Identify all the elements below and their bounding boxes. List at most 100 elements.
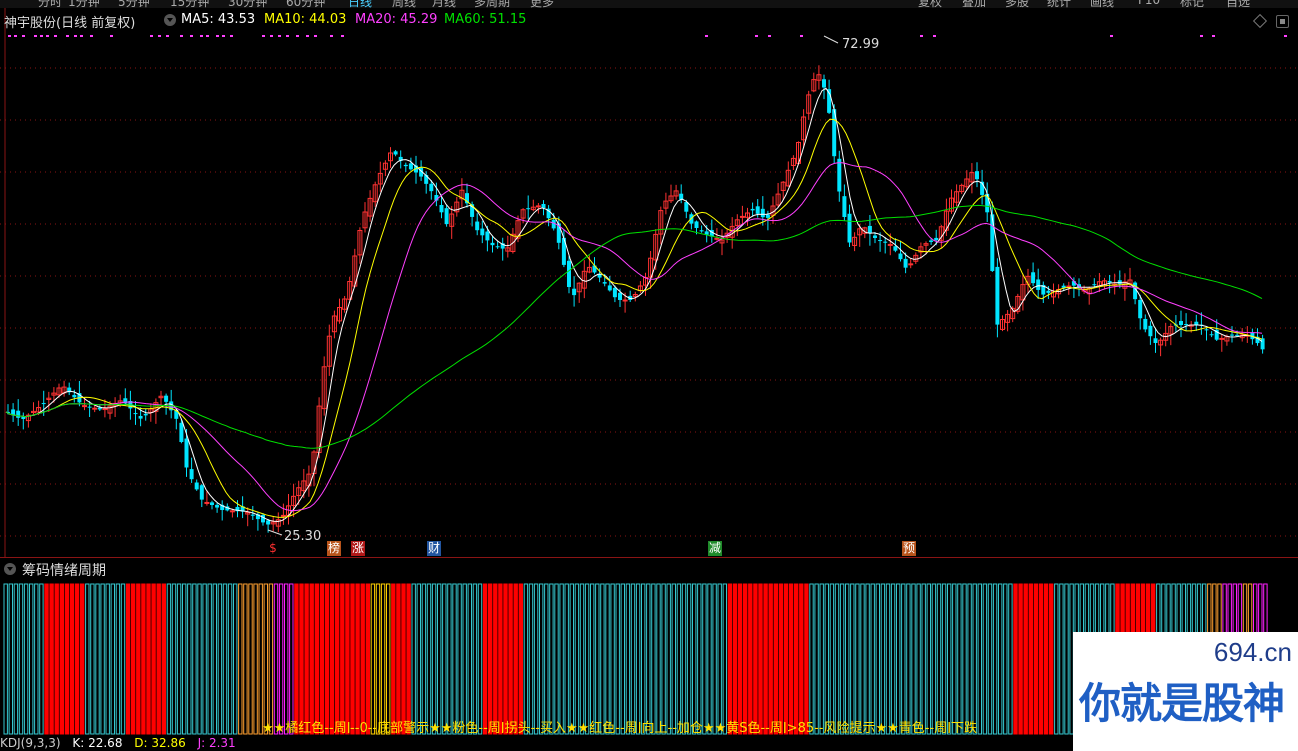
indicator-bar (248, 583, 253, 735)
indicator-bar (605, 583, 610, 735)
candle-body (215, 504, 220, 508)
candle-body (1066, 285, 1072, 288)
maximize-button[interactable] (1276, 15, 1289, 28)
candle-body (16, 410, 21, 418)
indicator-bar (54, 583, 59, 735)
indicator-bar (896, 583, 901, 735)
indicator-bar (187, 583, 192, 735)
signal-dot (800, 35, 803, 37)
indicator-bar (610, 583, 615, 735)
signal-dot (22, 35, 25, 37)
indicator-bar (166, 583, 172, 735)
indicator-bar (584, 583, 590, 735)
indicator-bar (1064, 583, 1069, 735)
signal-dot (150, 35, 153, 37)
candle-body (1107, 280, 1112, 283)
indicator-bar (508, 583, 513, 735)
candle-body (21, 416, 26, 420)
candle-body (429, 183, 434, 192)
candle-body (607, 285, 612, 291)
signal-dot (330, 35, 333, 37)
indicator-bar (651, 583, 656, 735)
indicator-bar (452, 583, 457, 735)
indicator-bar (829, 583, 835, 735)
signal-dot (1284, 35, 1287, 37)
indicator-bar (926, 583, 931, 735)
indicator-bar (8, 583, 14, 735)
candle-body (199, 485, 204, 500)
indicator-bar (44, 583, 49, 735)
low-price-label: 25.30 (284, 529, 321, 544)
indicator-bar (309, 583, 314, 735)
signal-dot (166, 35, 169, 37)
candle-body (893, 246, 898, 251)
candle-body (495, 246, 500, 248)
candle-body (755, 206, 760, 214)
dropdown-icon[interactable] (164, 14, 176, 26)
indicator-bar (921, 583, 926, 735)
candle-body (842, 196, 847, 217)
indicator-bar (936, 583, 942, 735)
indicator-bar (865, 583, 870, 735)
indicator-bar (727, 583, 733, 735)
signal-dot (920, 35, 923, 37)
candle-body (490, 242, 495, 246)
candle-body (210, 502, 214, 505)
candle-body (204, 501, 210, 504)
signal-dot (933, 35, 936, 37)
indicator-bar (3, 583, 8, 735)
candle-body (280, 514, 286, 517)
candle-body (408, 163, 413, 170)
ma60-line (5, 204, 1263, 449)
indicator-bar (462, 583, 467, 735)
candle-body (750, 208, 755, 211)
indicator-bar (136, 583, 141, 735)
dropdown-icon[interactable] (4, 563, 16, 575)
indicator-bar (595, 583, 600, 735)
indicator-bar (442, 583, 447, 735)
ma60-value: MA60: 51.15 (444, 12, 527, 27)
indicator-bar (814, 583, 819, 735)
diamond-icon[interactable] (1252, 13, 1268, 29)
signal-dot (341, 35, 344, 37)
indicator-bar (794, 583, 799, 735)
indicator-bar (375, 583, 381, 735)
candle-body (567, 260, 571, 287)
candle-body (393, 151, 398, 155)
indicator-bar (437, 583, 442, 735)
candle-body (1153, 338, 1158, 343)
indicator-bar (299, 583, 304, 735)
indicator-bar (329, 583, 335, 735)
signal-marker: 财 (427, 541, 441, 556)
indicator-bar (768, 583, 773, 735)
candle-body (618, 292, 622, 300)
indicator-bar (574, 583, 580, 735)
candle-body (765, 214, 770, 218)
indicator-bar (314, 583, 320, 735)
indicator-bar (564, 583, 569, 735)
candle-body (82, 405, 87, 408)
indicator-bar (1013, 583, 1018, 735)
indicator-bar (233, 583, 238, 735)
indicator-bar (758, 583, 763, 735)
signal-dot (1110, 35, 1113, 37)
indicator-bar (1033, 583, 1039, 735)
candle-body (266, 520, 271, 525)
candle-body (1031, 272, 1036, 284)
candle-body (179, 422, 184, 442)
indicator-bar (646, 583, 651, 735)
indicator-bar (972, 583, 977, 735)
indicator-bar (600, 583, 605, 735)
indicator-legend: ★★橘红色--周J--0--底部警示★★粉色--周J拐头--买入★★红色--周J… (262, 721, 978, 733)
indicator-bar (875, 583, 880, 735)
signal-dot (216, 35, 219, 37)
indicator-bar (131, 583, 136, 735)
signal-dot (180, 35, 183, 37)
signal-dot (66, 35, 69, 37)
candle-body (87, 406, 92, 408)
ma5-value: MA5: 43.53 (181, 12, 256, 27)
candle-body (995, 266, 1000, 325)
indicator-bar (692, 583, 697, 735)
indicator-bar (931, 583, 937, 735)
indicator-bar (941, 583, 947, 735)
